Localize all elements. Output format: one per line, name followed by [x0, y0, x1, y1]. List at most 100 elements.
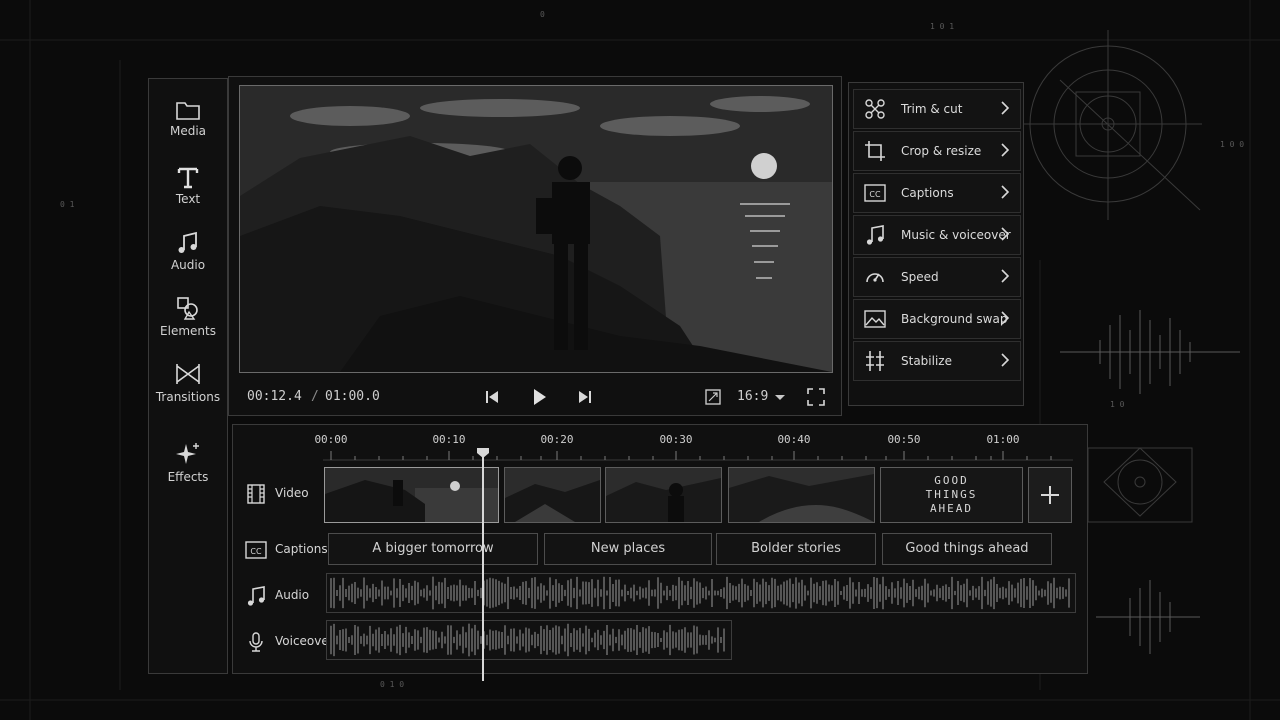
- microphone-icon: [249, 632, 263, 652]
- time-ruler[interactable]: [323, 449, 1073, 461]
- closed-captions-icon: CC: [864, 184, 886, 202]
- title-card-clip[interactable]: GOOD THINGS AHEAD: [880, 467, 1023, 523]
- ruler-tick-label: 00:50: [887, 433, 921, 446]
- tool-music-voiceover[interactable]: Music & voiceover: [853, 215, 1021, 255]
- landscape-image: [240, 86, 832, 372]
- caption-clip[interactable]: New places: [544, 533, 712, 565]
- sidebar-item-elements[interactable]: Elements: [149, 295, 227, 338]
- tool-label: Speed: [901, 270, 939, 284]
- target-graphic: [1087, 447, 1193, 523]
- shapes-icon: [177, 297, 198, 320]
- image-icon: [864, 310, 886, 328]
- skip-forward-button[interactable]: [574, 386, 596, 408]
- music-note-icon: [178, 231, 197, 253]
- total-duration: 01:00.0: [325, 389, 380, 404]
- clip-thumbnail: [505, 468, 600, 522]
- audio-clip[interactable]: [326, 573, 1076, 613]
- sidebar-item-text[interactable]: Text: [149, 165, 227, 206]
- text-icon: [177, 167, 199, 189]
- sidebar-item-media[interactable]: Media: [149, 99, 227, 138]
- ruler-tick-label: 00:20: [540, 433, 574, 446]
- play-button[interactable]: [528, 386, 550, 408]
- fullscreen-button[interactable]: [805, 386, 827, 408]
- radar-graphic: [1014, 30, 1202, 220]
- tool-captions[interactable]: CC Captions: [853, 173, 1021, 213]
- video-clip[interactable]: [728, 467, 875, 523]
- tool-trim-cut[interactable]: Trim & cut: [853, 89, 1021, 129]
- chevron-right-icon: [1001, 143, 1010, 157]
- sidebar-item-label: Elements: [160, 324, 216, 338]
- ruler-tick-label: 01:00: [986, 433, 1020, 446]
- track-label: Voiceover: [275, 634, 334, 648]
- chevron-right-icon: [1001, 269, 1010, 283]
- aspect-ratio-select[interactable]: 16:9: [737, 389, 768, 404]
- sidebar-item-label: Text: [175, 192, 201, 206]
- sidebar-item-label: Transitions: [155, 390, 221, 404]
- tool-label: Crop & resize: [901, 144, 982, 158]
- tool-label: Captions: [901, 186, 954, 200]
- crop-icon: [865, 141, 885, 161]
- speedometer-icon: [866, 273, 884, 283]
- plus-icon: [1041, 486, 1059, 504]
- stabilize-icon: [866, 351, 884, 371]
- chevron-down-icon[interactable]: [773, 386, 787, 408]
- voiceover-clip[interactable]: [326, 620, 732, 660]
- sidebar-item-label: Effects: [167, 470, 209, 484]
- decor-binary: 0 1 0: [380, 680, 405, 689]
- video-clip[interactable]: [504, 467, 601, 523]
- video-preview[interactable]: [239, 85, 833, 373]
- tools-panel: Trim & cut Crop & resize CC Captions Mus…: [848, 82, 1024, 406]
- playback-controls: 00:12.4 / 01:00.0 16:9: [229, 379, 841, 415]
- video-clip[interactable]: [605, 467, 722, 523]
- caption-clip[interactable]: A bigger tomorrow: [328, 533, 538, 565]
- svg-text:CC: CC: [869, 190, 881, 199]
- scissors-icon: [865, 99, 885, 119]
- sidebar-item-transitions[interactable]: Transitions: [149, 361, 227, 404]
- track-header-voiceover[interactable]: Voiceover: [239, 621, 334, 661]
- track-header-audio[interactable]: Audio: [239, 575, 323, 615]
- chevron-right-icon: [1001, 227, 1010, 241]
- track-header-captions[interactable]: CC Captions: [239, 529, 328, 569]
- sparkle-icon: [176, 443, 199, 464]
- title-card-line: THINGS: [925, 488, 978, 501]
- skip-back-button[interactable]: [481, 386, 503, 408]
- voiceover-waveform: [330, 623, 725, 657]
- decor-binary: 0: [540, 10, 545, 19]
- chevron-right-icon: [1001, 353, 1010, 367]
- sidebar-item-audio[interactable]: Audio: [149, 231, 227, 272]
- film-strip-icon: [247, 484, 265, 504]
- left-sidebar: Media Text Audio Elements Transitions Ef…: [148, 78, 228, 674]
- audio-waveform: [330, 576, 1070, 610]
- playhead[interactable]: [482, 449, 484, 681]
- video-clip[interactable]: [324, 467, 499, 523]
- chevron-right-icon: [1001, 185, 1010, 199]
- tool-stabilize[interactable]: Stabilize: [853, 341, 1021, 381]
- caption-clip[interactable]: Good things ahead: [882, 533, 1052, 565]
- tool-background-swap[interactable]: Background swap: [853, 299, 1021, 339]
- clip-thumbnail: [606, 468, 721, 522]
- sidebar-item-label: Media: [169, 124, 207, 138]
- tool-speed[interactable]: Speed: [853, 257, 1021, 297]
- caption-clip[interactable]: Bolder stories: [716, 533, 876, 565]
- tool-crop-resize[interactable]: Crop & resize: [853, 131, 1021, 171]
- add-clip-button[interactable]: [1028, 467, 1072, 523]
- track-header-video[interactable]: Video: [239, 473, 323, 513]
- track-label: Video: [275, 486, 309, 500]
- current-time: 00:12.4: [247, 389, 302, 404]
- music-note-icon: [866, 225, 884, 245]
- preview-panel: 00:12.4 / 01:00.0 16:9: [228, 76, 842, 416]
- music-note-icon: [247, 586, 265, 606]
- clip-thumbnail: [325, 468, 498, 522]
- ruler-tick-label: 00:40: [777, 433, 811, 446]
- title-card-line: AHEAD: [929, 502, 974, 515]
- transition-icon: [176, 364, 200, 384]
- ruler-tick-label: 00:10: [432, 433, 466, 446]
- tool-label: Music & voiceover: [901, 228, 1011, 242]
- decor-binary: 1 0: [1110, 400, 1125, 409]
- decor-binary: 1 0 0: [1220, 140, 1245, 149]
- resize-icon[interactable]: [702, 386, 724, 408]
- folder-icon: [176, 102, 200, 120]
- tool-label: Trim & cut: [901, 102, 963, 116]
- chevron-right-icon: [1001, 101, 1010, 115]
- sidebar-item-effects[interactable]: Effects: [149, 441, 227, 484]
